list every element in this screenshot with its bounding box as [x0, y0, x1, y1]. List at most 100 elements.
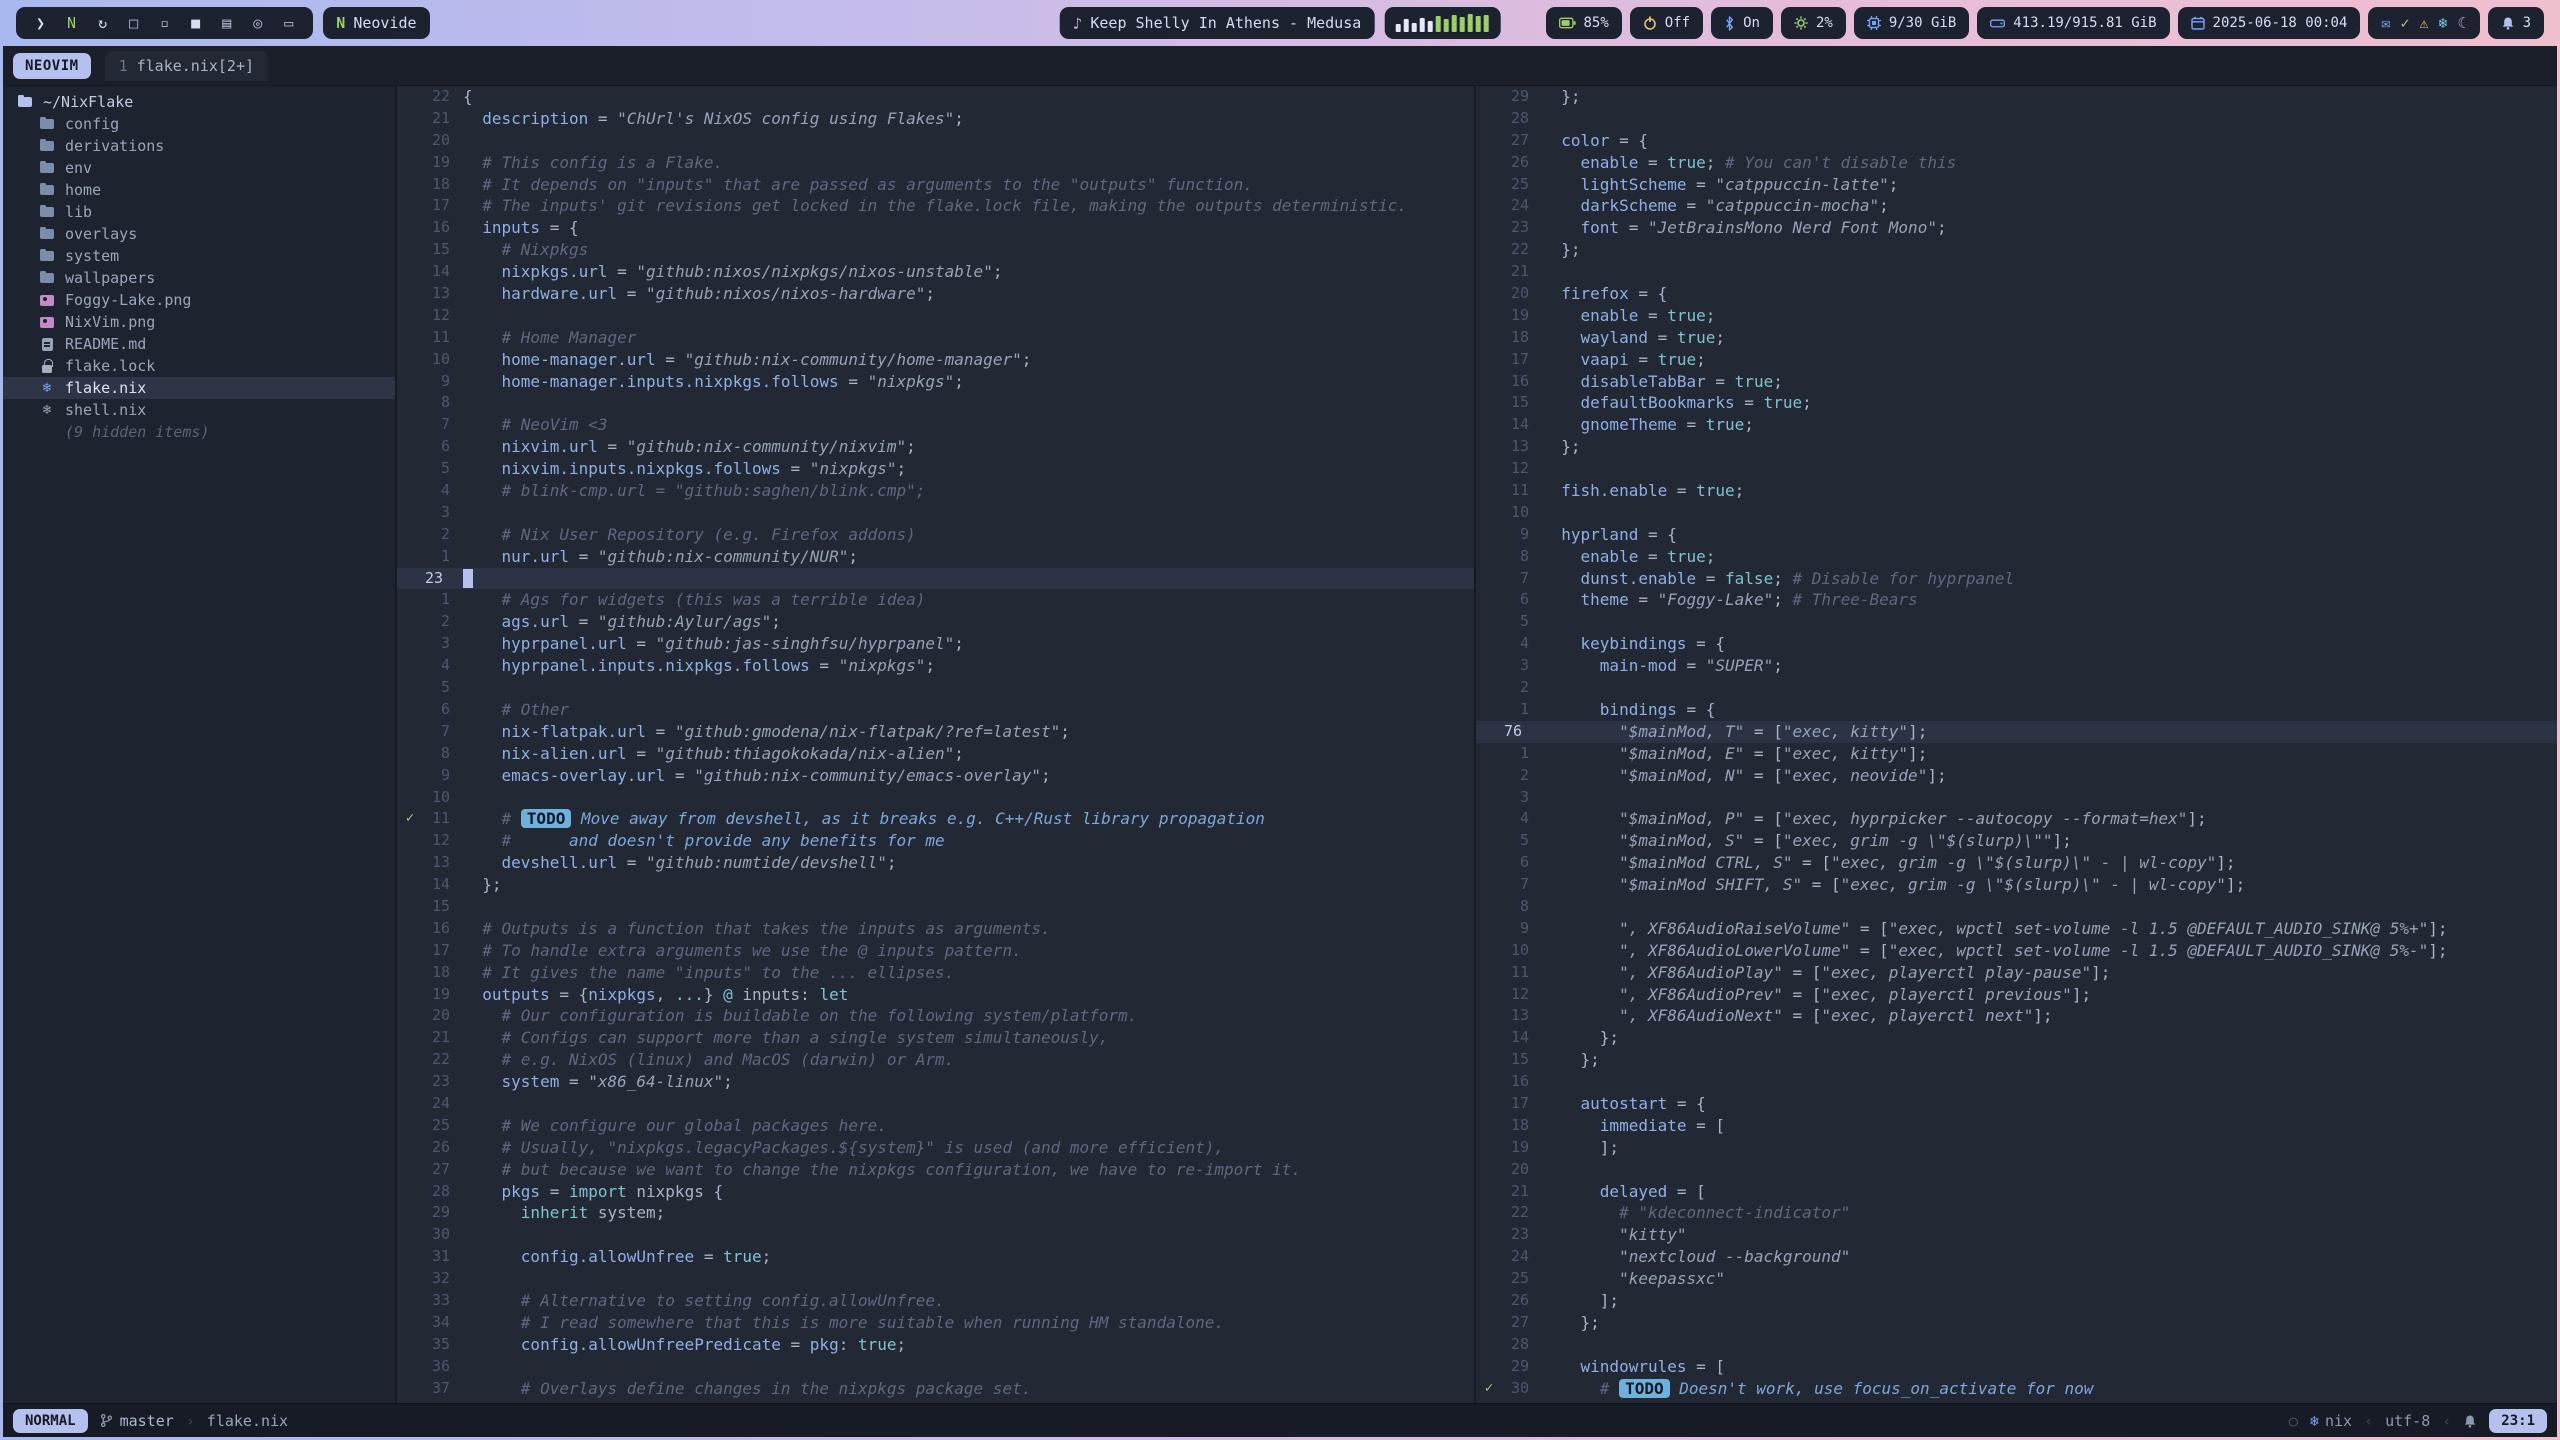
code-line[interactable]: 19 enable = true; — [1476, 305, 2557, 327]
code-line[interactable]: 4 hyprpanel.inputs.nixpkgs.follows = "ni… — [397, 655, 1474, 677]
code-line[interactable]: 19 outputs = {nixpkgs, ...} @ inputs: le… — [397, 984, 1474, 1006]
workspace-window-c-icon[interactable]: ■ — [191, 14, 200, 32]
code-line[interactable]: 5 nixvim.inputs.nixpkgs.follows = "nixpk… — [397, 458, 1474, 480]
code-line[interactable]: 10 home-manager.url = "github:nix-commun… — [397, 349, 1474, 371]
code-line[interactable]: 2 ags.url = "github:Aylur/ags"; — [397, 611, 1474, 633]
code-line[interactable]: 23 "kitty" — [1476, 1224, 2557, 1246]
code-line[interactable]: 14 nixpkgs.url = "github:nixos/nixpkgs/n… — [397, 261, 1474, 283]
workspace-files-icon[interactable]: ▤ — [222, 14, 231, 32]
code-line[interactable]: 13 devshell.url = "github:numtide/devshe… — [397, 852, 1474, 874]
code-line[interactable]: 27 color = { — [1476, 130, 2557, 152]
code-line[interactable]: 4 keybindings = { — [1476, 633, 2557, 655]
workspace-window-a-icon[interactable]: □ — [129, 14, 138, 32]
editor-pane-left[interactable]: 22{21 description = "ChUrl's NixOS confi… — [397, 86, 1476, 1403]
code-line[interactable]: 18 wayland = true; — [1476, 327, 2557, 349]
code-line[interactable]: ✓30 # TODO Doesn't work, use focus_on_ac… — [1476, 1378, 2557, 1400]
code-line[interactable]: 28 — [1476, 1334, 2557, 1356]
code-line[interactable]: 25 lightScheme = "catppuccin-latte"; — [1476, 174, 2557, 196]
code-line[interactable]: 10 ", XF86AudioLowerVolume" = ["exec, wp… — [1476, 940, 2557, 962]
code-line[interactable]: 18 # It gives the name "inputs" to the .… — [397, 962, 1474, 984]
code-line[interactable]: 22 # "kdeconnect-indicator" — [1476, 1202, 2557, 1224]
code-line[interactable]: 29 }; — [1476, 86, 2557, 108]
code-line[interactable]: 9 hyprland = { — [1476, 524, 2557, 546]
code-line[interactable]: 13 }; — [1476, 436, 2557, 458]
code-line[interactable]: 30 — [397, 1224, 1474, 1246]
code-line[interactable]: 8 — [1476, 896, 2557, 918]
tree-item-system[interactable]: system — [3, 245, 395, 267]
code-line[interactable]: 25 "keepassxc" — [1476, 1268, 2557, 1290]
code-line[interactable]: 11 fish.enable = true; — [1476, 480, 2557, 502]
tree-item-env[interactable]: env — [3, 157, 395, 179]
idle-inhibitor-module[interactable]: Off — [1630, 7, 1703, 39]
code-line[interactable]: 20 firefox = { — [1476, 283, 2557, 305]
tree-item-home[interactable]: home — [3, 179, 395, 201]
code-line[interactable]: 5 — [397, 677, 1474, 699]
code-line[interactable]: 21 — [1476, 261, 2557, 283]
code-line[interactable]: 9 ", XF86AudioRaiseVolume" = ["exec, wpc… — [1476, 918, 2557, 940]
code-line[interactable]: 32 — [397, 1268, 1474, 1290]
clock-module[interactable]: 2025-06-18 00:04 — [2178, 7, 2361, 39]
code-line[interactable]: 6 nixvim.url = "github:nix-community/nix… — [397, 436, 1474, 458]
code-line[interactable]: 8 — [397, 392, 1474, 414]
code-line[interactable]: 12 # and doesn't provide any benefits fo… — [397, 830, 1474, 852]
code-line[interactable]: 27 }; — [1476, 1312, 2557, 1334]
code-line[interactable]: 29 windowrules = [ — [1476, 1356, 2557, 1378]
code-line[interactable]: 76 "$mainMod, T" = ["exec, kitty"]; — [1476, 721, 2557, 743]
code-line[interactable]: ✓11 # TODO Move away from devshell, as i… — [397, 808, 1474, 830]
code-line[interactable]: 36 — [397, 1356, 1474, 1378]
code-line[interactable]: 16 disableTabBar = true; — [1476, 371, 2557, 393]
code-line[interactable]: 6 # Other — [397, 699, 1474, 721]
code-line[interactable]: 10 — [397, 787, 1474, 809]
buffer-tab[interactable]: 1 flake.nix[2+] — [105, 51, 268, 81]
code-line[interactable]: 21 description = "ChUrl's NixOS config u… — [397, 108, 1474, 130]
tree-item-flake.lock[interactable]: flake.lock — [3, 355, 395, 377]
tree-item-overlays[interactable]: overlays — [3, 223, 395, 245]
code-line[interactable]: 15 # Nixpkgs — [397, 239, 1474, 261]
code-line[interactable]: 20 — [397, 130, 1474, 152]
code-line[interactable]: 28 — [1476, 108, 2557, 130]
code-line[interactable]: 29 inherit system; — [397, 1202, 1474, 1224]
code-line[interactable]: 5 "$mainMod, S" = ["exec, grim -g \"$(sl… — [1476, 830, 2557, 852]
code-line[interactable]: 28 pkgs = import nixpkgs { — [397, 1181, 1474, 1203]
code-line[interactable]: 5 — [1476, 611, 2557, 633]
code-line[interactable]: 26 ]; — [1476, 1290, 2557, 1312]
code-line[interactable]: 2 # Nix User Repository (e.g. Firefox ad… — [397, 524, 1474, 546]
code-line[interactable]: 23 system = "x86_64-linux"; — [397, 1071, 1474, 1093]
code-line[interactable]: 9 emacs-overlay.url = "github:nix-commun… — [397, 765, 1474, 787]
tray-nix-snowflake-icon[interactable]: ❄ — [2439, 14, 2448, 32]
code-line[interactable]: 8 nix-alien.url = "github:thiagokokada/n… — [397, 743, 1474, 765]
code-line[interactable]: 4 # blink-cmp.url = "github:saghen/blink… — [397, 480, 1474, 502]
code-line[interactable]: 24 "nextcloud --background" — [1476, 1246, 2557, 1268]
code-line[interactable]: 8 enable = true; — [1476, 546, 2557, 568]
tray-moon-icon[interactable]: ☾ — [2458, 14, 2467, 32]
code-line[interactable]: 16 inputs = { — [397, 217, 1474, 239]
code-line[interactable]: 6 theme = "Foggy-Lake"; # Three-Bears — [1476, 589, 2557, 611]
code-line[interactable]: 27 # but because we want to change the n… — [397, 1159, 1474, 1181]
code-line[interactable]: 1 nur.url = "github:nix-community/NUR"; — [397, 546, 1474, 568]
tree-item-Foggy-Lake.png[interactable]: Foggy-Lake.png — [3, 289, 395, 311]
code-line[interactable]: 12 — [397, 305, 1474, 327]
code-line[interactable]: 11 # Home Manager — [397, 327, 1474, 349]
code-line[interactable]: 7 "$mainMod SHIFT, S" = ["exec, grim -g … — [1476, 874, 2557, 896]
code-line[interactable]: 19 ]; — [1476, 1137, 2557, 1159]
memory-module[interactable]: 9/30 GiB — [1854, 7, 1969, 39]
code-line[interactable]: 2 "$mainMod, N" = ["exec, neovide"]; — [1476, 765, 2557, 787]
tree-item-lib[interactable]: lib — [3, 201, 395, 223]
code-line[interactable]: 12 ", XF86AudioPrev" = ["exec, playerctl… — [1476, 984, 2557, 1006]
code-line[interactable]: 3 — [397, 502, 1474, 524]
code-line[interactable]: 4 "$mainMod, P" = ["exec, hyprpicker --a… — [1476, 808, 2557, 830]
workspace-sync-icon[interactable]: ↻ — [98, 14, 107, 32]
code-line[interactable]: 14 gnomeTheme = true; — [1476, 414, 2557, 436]
code-line[interactable]: 26 enable = true; # You can't disable th… — [1476, 152, 2557, 174]
system-tray[interactable]: ✉✓⚠❄☾ — [2368, 7, 2479, 39]
code-line[interactable]: 18 # It depends on "inputs" that are pas… — [397, 174, 1474, 196]
disk-module[interactable]: 413.19/915.81 GiB — [1977, 7, 2169, 39]
code-line[interactable]: 17 # The inputs' git revisions get locke… — [397, 195, 1474, 217]
code-line[interactable]: 37 # Overlays define changes in the nixp… — [397, 1378, 1474, 1400]
code-line[interactable]: 34 # I read somewhere that this is more … — [397, 1312, 1474, 1334]
workspace-window-b-icon[interactable]: ▫ — [160, 14, 169, 32]
code-line[interactable]: 13 hardware.url = "github:nixos/nixos-ha… — [397, 283, 1474, 305]
code-line[interactable]: 35 config.allowUnfreePredicate = pkg: tr… — [397, 1334, 1474, 1356]
code-line[interactable]: 19 # This config is a Flake. — [397, 152, 1474, 174]
code-line[interactable]: 24 — [397, 1093, 1474, 1115]
